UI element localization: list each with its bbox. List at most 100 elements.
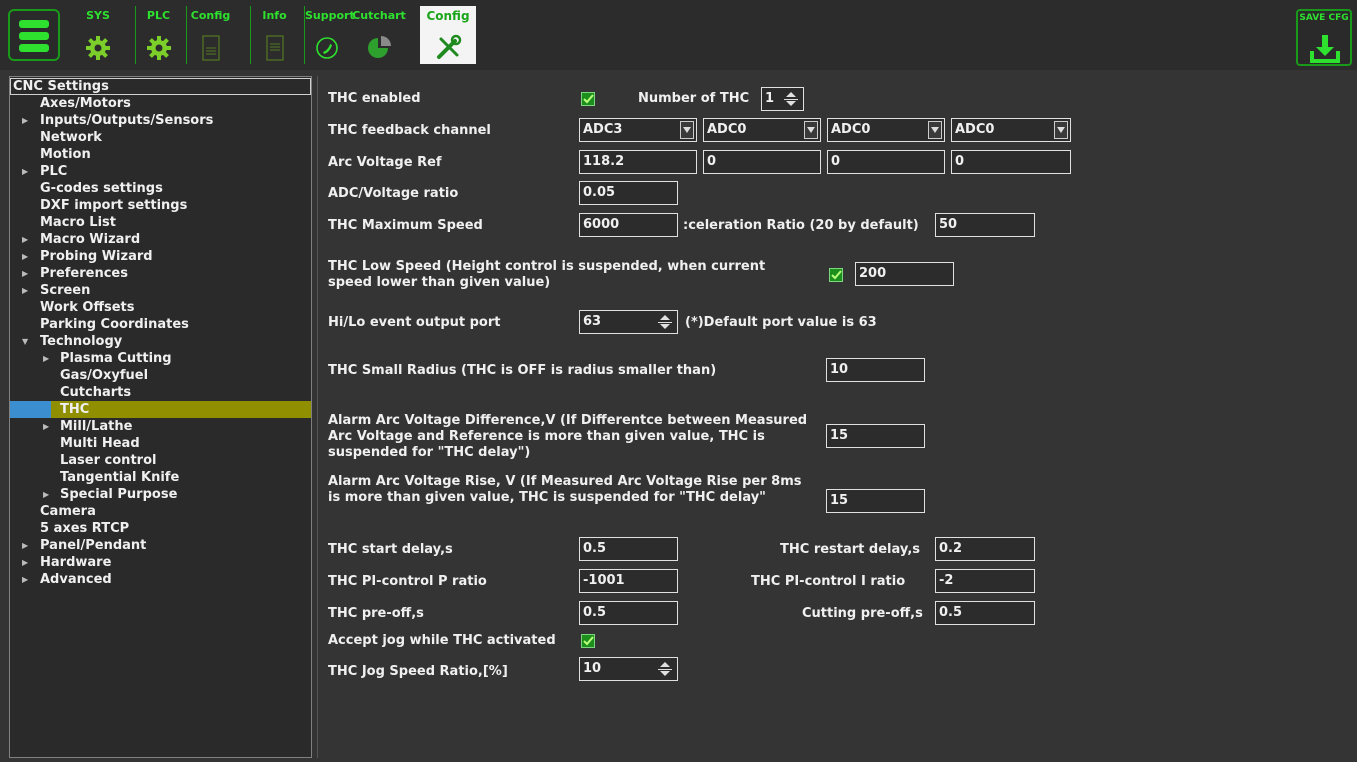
feedback-channel-select-3[interactable]: ADC0 xyxy=(827,118,945,142)
sidebar-item-motion[interactable]: Motion xyxy=(10,146,311,163)
jog-speed-ratio-stepper[interactable]: 10 xyxy=(579,657,678,681)
accept-jog-checkbox[interactable] xyxy=(581,634,595,648)
start-delay-label: THC start delay,s xyxy=(328,542,453,557)
sidebar-item-work-offsets[interactable]: Work Offsets xyxy=(10,299,311,316)
sidebar-item-preferences[interactable]: ▶ Preferences xyxy=(10,265,311,282)
feedback-channel-select-2[interactable]: ADC0 xyxy=(703,118,821,142)
pre-off-input[interactable]: 0.5 xyxy=(579,601,678,625)
arc-voltage-ref-input-4[interactable]: 0 xyxy=(951,150,1071,174)
sidebar-item-panel-pendant[interactable]: ▶ Panel/Pendant xyxy=(10,537,311,554)
sidebar-item-plc[interactable]: ▶ PLC xyxy=(10,163,311,180)
pi-control-p-input[interactable]: -1001 xyxy=(579,569,678,593)
sidebar-item-plasma-cutting[interactable]: ▶ Plasma Cutting xyxy=(10,350,311,367)
pre-off-label: THC pre-off,s xyxy=(328,606,424,621)
spin-arrows-icon[interactable] xyxy=(654,659,676,679)
tab-config-doc[interactable]: Config xyxy=(186,6,234,64)
sidebar-item-gas-oxyfuel[interactable]: Gas/Oxyfuel xyxy=(10,367,311,384)
thc-enabled-checkbox[interactable] xyxy=(581,92,595,106)
collapse-arrow-icon[interactable]: ▼ xyxy=(22,333,28,350)
expand-arrow-icon[interactable]: ▶ xyxy=(22,163,28,180)
number-of-thc-stepper[interactable]: 1 xyxy=(761,87,804,111)
expand-arrow-icon[interactable]: ▶ xyxy=(43,350,49,367)
tab-support[interactable]: Support xyxy=(304,6,355,64)
sidebar-item-parking-coordinates[interactable]: Parking Coordinates xyxy=(10,316,311,333)
sidebar-item-thc[interactable]: THC xyxy=(10,401,311,418)
tab-plc[interactable]: PLC xyxy=(135,6,181,64)
gear-icon xyxy=(86,36,110,60)
max-speed-label: THC Maximum Speed xyxy=(328,218,483,233)
expand-arrow-icon[interactable]: ▶ xyxy=(22,537,28,554)
restart-delay-input[interactable]: 0.2 xyxy=(935,537,1035,561)
acceleration-ratio-input[interactable]: 50 xyxy=(935,213,1035,237)
dropdown-arrow-icon[interactable] xyxy=(680,121,694,139)
tab-sys[interactable]: SYS xyxy=(75,6,121,64)
sidebar-item-tangential-knife[interactable]: Tangential Knife xyxy=(10,469,311,486)
sidebar-item-probing-wizard[interactable]: ▶ Probing Wizard xyxy=(10,248,311,265)
expand-arrow-icon[interactable]: ▶ xyxy=(43,486,49,503)
sidebar-item-macro-wizard[interactable]: ▶ Macro Wizard xyxy=(10,231,311,248)
arc-voltage-ref-input-2[interactable]: 0 xyxy=(703,150,821,174)
expand-arrow-icon[interactable]: ▶ xyxy=(22,248,28,265)
hilo-port-label: Hi/Lo event output port xyxy=(328,315,501,330)
sidebar-item-mill-lathe[interactable]: ▶ Mill/Lathe xyxy=(10,418,311,435)
dropdown-arrow-icon[interactable] xyxy=(804,121,818,139)
tree-header-cnc-settings[interactable]: CNC Settings xyxy=(10,78,311,95)
menu-bar-icon xyxy=(19,32,49,40)
hilo-port-stepper[interactable]: 63 xyxy=(579,310,678,334)
sidebar-item-advanced[interactable]: ▶ Advanced xyxy=(10,571,311,588)
expand-arrow-icon[interactable]: ▶ xyxy=(43,418,49,435)
sidebar-item-hardware[interactable]: ▶ Hardware xyxy=(10,554,311,571)
small-radius-input[interactable]: 10 xyxy=(826,358,925,382)
low-speed-input[interactable]: 200 xyxy=(855,262,954,286)
max-speed-input[interactable]: 6000 xyxy=(579,213,678,237)
sidebar-item-network[interactable]: Network xyxy=(10,129,311,146)
arc-voltage-ref-label: Arc Voltage Ref xyxy=(328,155,442,170)
document-icon xyxy=(201,35,220,61)
alarm-voltage-diff-input[interactable]: 15 xyxy=(826,424,925,448)
sidebar-item-cutcharts[interactable]: Cutcharts xyxy=(10,384,311,401)
feedback-channel-select-1[interactable]: ADC3 xyxy=(579,118,697,142)
restart-delay-label: THC restart delay,s xyxy=(780,542,921,557)
adc-voltage-ratio-label: ADC/Voltage ratio xyxy=(328,186,459,201)
sidebar-item-inputs-outputs[interactable]: ▶ Inputs/Outputs/Sensors xyxy=(10,112,311,129)
tab-config[interactable]: Config xyxy=(420,6,476,64)
alarm-voltage-rise-input[interactable]: 15 xyxy=(826,489,925,513)
tab-cutchart[interactable]: Cutchart xyxy=(349,6,409,64)
sidebar-item-special-purpose[interactable]: ▶ Special Purpose xyxy=(10,486,311,503)
tab-info[interactable]: Info xyxy=(250,6,298,64)
low-speed-checkbox[interactable] xyxy=(829,268,843,282)
main-menu-button[interactable] xyxy=(8,9,60,61)
sidebar-item-camera[interactable]: Camera xyxy=(10,503,311,520)
arc-voltage-ref-input-3[interactable]: 0 xyxy=(827,150,945,174)
spin-arrows-icon[interactable] xyxy=(654,312,676,332)
feedback-channel-select-4[interactable]: ADC0 xyxy=(951,118,1071,142)
gear-icon xyxy=(146,36,171,60)
dropdown-arrow-icon[interactable] xyxy=(1054,121,1068,139)
expand-arrow-icon[interactable]: ▶ xyxy=(22,571,28,588)
save-config-button[interactable]: SAVE CFG xyxy=(1296,9,1352,66)
phone-icon xyxy=(315,37,338,59)
sidebar-item-laser-control[interactable]: Laser control xyxy=(10,452,311,469)
expand-arrow-icon[interactable]: ▶ xyxy=(22,112,28,129)
sidebar-item-technology[interactable]: ▼ Technology xyxy=(10,333,311,350)
expand-arrow-icon[interactable]: ▶ xyxy=(22,282,28,299)
sidebar-item-screen[interactable]: ▶ Screen xyxy=(10,282,311,299)
spin-arrows-icon[interactable] xyxy=(780,89,802,109)
expand-arrow-icon[interactable]: ▶ xyxy=(22,554,28,571)
download-icon xyxy=(1310,35,1340,63)
pi-control-i-input[interactable]: -2 xyxy=(935,569,1035,593)
dropdown-arrow-icon[interactable] xyxy=(928,121,942,139)
sidebar-item-macro-list[interactable]: Macro List xyxy=(10,214,311,231)
sidebar-item-dxf-import[interactable]: DXF import settings xyxy=(10,197,311,214)
sidebar-item-5-axes-rtcp[interactable]: 5 axes RTCP xyxy=(10,520,311,537)
start-delay-input[interactable]: 0.5 xyxy=(579,537,678,561)
tools-icon xyxy=(437,34,462,59)
expand-arrow-icon[interactable]: ▶ xyxy=(22,265,28,282)
expand-arrow-icon[interactable]: ▶ xyxy=(22,231,28,248)
arc-voltage-ref-input-1[interactable]: 118.2 xyxy=(579,150,697,174)
cutting-pre-off-input[interactable]: 0.5 xyxy=(935,601,1035,625)
adc-voltage-ratio-input[interactable]: 0.05 xyxy=(579,181,678,205)
sidebar-item-axes-motors[interactable]: Axes/Motors xyxy=(10,95,311,112)
sidebar-item-multi-head[interactable]: Multi Head xyxy=(10,435,311,452)
sidebar-item-gcodes[interactable]: G-codes settings xyxy=(10,180,311,197)
